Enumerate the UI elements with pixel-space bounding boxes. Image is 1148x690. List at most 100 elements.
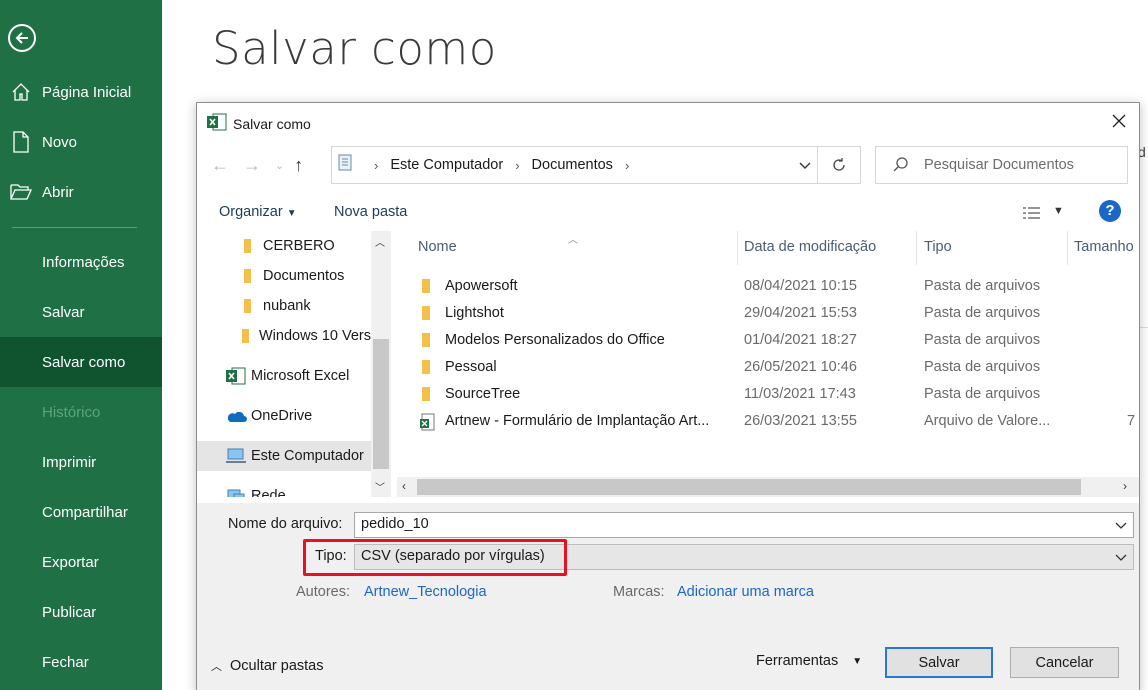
authors-link[interactable]: Artnew_Tecnologia (364, 584, 487, 600)
dialog-toolbar: Organizar ▼ Nova pasta ▼ ? (197, 195, 1139, 229)
backstage-sidebar: Página Inicial Novo Abrir Informações Sa… (0, 0, 162, 690)
dialog-title: Salvar como (233, 115, 311, 132)
tree-item-microsoft-excel[interactable]: Microsoft Excel (225, 361, 371, 391)
file-row[interactable]: Apowersoft 08/04/2021 10:15 Pasta de arq… (397, 273, 1139, 300)
scroll-down-icon[interactable]: ﹀ (375, 479, 385, 494)
add-tag-link[interactable]: Adicionar uma marca (677, 584, 814, 600)
nav-new[interactable]: Novo (0, 117, 162, 167)
folder-icon (419, 359, 433, 379)
tools-button[interactable]: Ferramentas ▼ (756, 653, 862, 669)
file-row[interactable]: SourceTree 11/03/2021 17:43 Pasta de arq… (397, 381, 1139, 408)
file-type: Pasta de arquivos (924, 278, 1041, 294)
up-icon[interactable]: ↑ (294, 155, 303, 176)
chevron-right-icon: › (374, 157, 379, 173)
recent-locations-icon[interactable]: ⌄ (275, 159, 284, 172)
scroll-left-icon[interactable]: ‹ (402, 479, 406, 493)
folder-icon (237, 238, 259, 254)
tree-item-cerbero[interactable]: CERBERO (237, 231, 371, 261)
filename-label: Nome do arquivo: (228, 516, 343, 532)
chevron-down-icon[interactable] (1115, 550, 1127, 566)
file-type: Pasta de arquivos (924, 386, 1041, 402)
tree-item-onedrive[interactable]: OneDrive (225, 401, 371, 431)
file-row[interactable]: Artnew - Formulário de Implantação Art..… (397, 408, 1139, 435)
column-separator[interactable] (1067, 231, 1068, 265)
nav-share[interactable]: Compartilhar (0, 487, 162, 537)
tree-scrollbar[interactable]: ︿ ﹀ (371, 231, 391, 497)
tree-item-this-pc[interactable]: Este Computador (197, 441, 371, 471)
close-icon[interactable] (1111, 113, 1127, 129)
home-icon (0, 81, 42, 103)
save-button[interactable]: Salvar (885, 647, 993, 678)
chevron-down-icon[interactable] (1115, 518, 1127, 534)
save-form: Nome do arquivo: pedido_10 Tipo: CSV (se… (197, 503, 1139, 690)
scrollbar-thumb[interactable] (417, 479, 1081, 495)
breadcrumb-this-pc[interactable]: Este Computador (390, 157, 503, 173)
chevron-right-icon[interactable]: › (625, 158, 629, 173)
onedrive-icon (225, 409, 247, 423)
tree-item-label: CERBERO (263, 238, 335, 254)
caret-down-icon: ▼ (852, 655, 863, 667)
tree-item-label: Rede (251, 488, 286, 497)
cancel-button[interactable]: Cancelar (1010, 647, 1119, 678)
file-type: Arquivo de Valore... (924, 413, 1051, 429)
view-options-icon[interactable] (1022, 205, 1042, 226)
file-size: 7 (1127, 413, 1136, 429)
column-header-name[interactable]: Nome (418, 239, 457, 255)
red-highlight-box (303, 539, 567, 576)
nav-open[interactable]: Abrir (0, 167, 162, 217)
help-icon[interactable]: ? (1099, 200, 1121, 222)
hide-folders-button[interactable]: ︿ Ocultar pastas (211, 658, 324, 674)
column-separator[interactable] (916, 231, 917, 265)
nav-label: Imprimir (42, 453, 97, 471)
nav-publish[interactable]: Publicar (0, 587, 162, 637)
column-separator[interactable] (737, 231, 738, 265)
forward-icon[interactable]: → (243, 155, 261, 176)
tree-item-network[interactable]: Rede (225, 481, 371, 497)
nav-save-as[interactable]: Salvar como (0, 337, 162, 387)
save-as-dialog: Salvar como ← → ⌄ ↑ › Este Computador › … (196, 102, 1140, 690)
folder-icon (237, 268, 259, 284)
column-header-date[interactable]: Data de modificação (744, 239, 876, 255)
folder-icon (419, 386, 433, 406)
folder-icon (419, 278, 433, 298)
file-row[interactable]: Modelos Personalizados do Office 01/04/2… (397, 327, 1139, 354)
excel-icon (207, 113, 227, 134)
nav-info[interactable]: Informações (0, 237, 162, 287)
tree-item-label: Documentos (263, 268, 345, 284)
file-date: 08/04/2021 10:15 (744, 278, 857, 294)
tree-item-documents[interactable]: Documentos (237, 261, 371, 291)
refresh-icon[interactable] (830, 156, 848, 178)
scroll-up-icon[interactable]: ︿ (375, 234, 385, 249)
nav-close[interactable]: Fechar (0, 637, 162, 687)
file-row[interactable]: Pessoal 26/05/2021 10:46 Pasta de arquiv… (397, 354, 1139, 381)
file-date: 29/04/2021 15:53 (744, 305, 857, 321)
nav-home[interactable]: Página Inicial (0, 67, 162, 117)
organize-button[interactable]: Organizar ▼ (219, 204, 297, 220)
nav-separator (12, 227, 137, 228)
nav-save[interactable]: Salvar (0, 287, 162, 337)
breadcrumb-documents[interactable]: Documentos (532, 157, 613, 173)
address-bar[interactable]: › Este Computador › Documentos › (331, 146, 861, 184)
scrollbar-thumb[interactable] (373, 339, 389, 469)
new-folder-button[interactable]: Nova pasta (334, 204, 407, 220)
filename-value: pedido_10 (361, 516, 429, 532)
column-header-type[interactable]: Tipo (924, 239, 952, 255)
tree-item-windows10[interactable]: Windows 10 Vers (237, 321, 371, 351)
nav-export[interactable]: Exportar (0, 537, 162, 587)
file-name: Artnew - Formulário de Implantação Art..… (445, 413, 710, 429)
column-header-size[interactable]: Tamanho (1074, 239, 1134, 255)
search-box[interactable]: Pesquisar Documentos (875, 146, 1128, 184)
hide-folders-label: Ocultar pastas (230, 658, 324, 674)
scroll-right-icon[interactable]: › (1123, 479, 1127, 493)
tree-item-nubank[interactable]: nubank (237, 291, 371, 321)
back-icon[interactable]: ← (211, 155, 229, 176)
nav-print[interactable]: Imprimir (0, 437, 162, 487)
chevron-down-icon[interactable] (798, 159, 812, 175)
file-row[interactable]: Lightshot 29/04/2021 15:53 Pasta de arqu… (397, 300, 1139, 327)
file-list-scrollbar[interactable]: ‹ › (397, 477, 1139, 497)
filename-input[interactable]: pedido_10 (354, 512, 1134, 538)
back-arrow-icon[interactable] (8, 24, 36, 52)
search-input[interactable]: Pesquisar Documentos (924, 157, 1074, 173)
caret-down-icon[interactable]: ▼ (1053, 205, 1064, 217)
tree-item-label: Este Computador (251, 448, 364, 464)
